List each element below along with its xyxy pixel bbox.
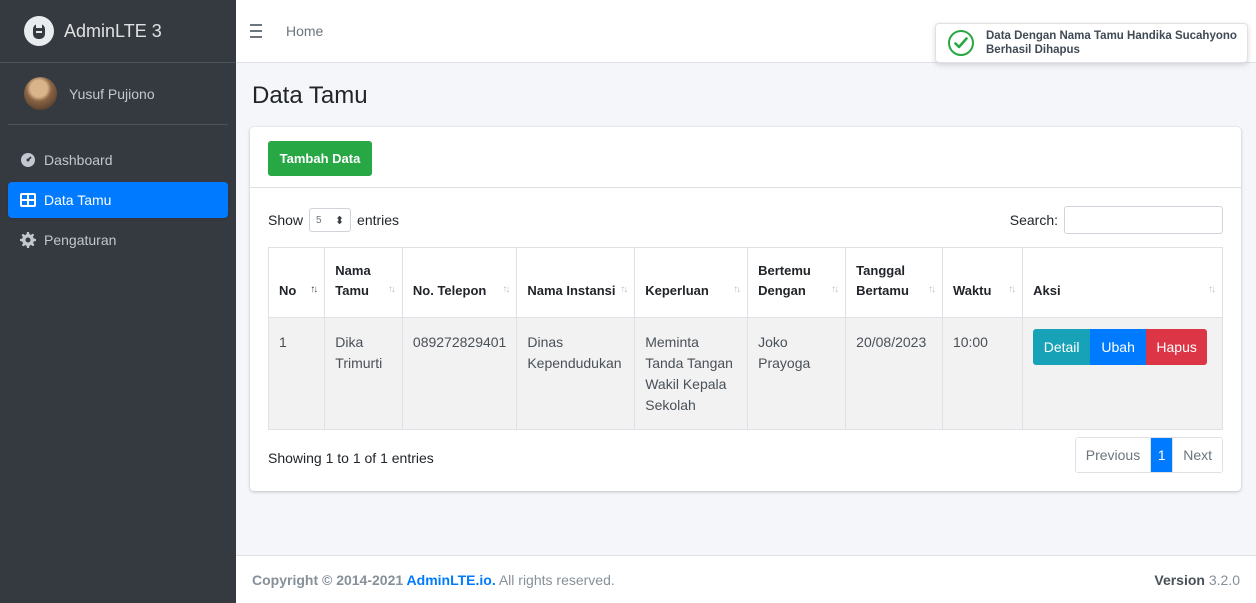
page-title: Data Tamu [252, 82, 368, 109]
sidebar-item-label: Data Tamu [44, 192, 112, 208]
brand-link[interactable]: AdminLTE 3 [0, 0, 236, 63]
rights-text: All rights reserved. [495, 571, 615, 588]
table-header-row: No ↑↓ Nama Tamu ↑↓ No. Telepon ↑↓ Nama Inst… [267, 247, 1223, 318]
avatar [24, 77, 57, 110]
col-header-nama-tamu[interactable]: Nama Tamu ↑↓ [324, 247, 403, 318]
data-card: Tambah Data Show 5 ⬍ entries Search: No ↑… [250, 127, 1241, 491]
cell-tanggal: 20/08/2023 [845, 317, 943, 430]
next-page-button[interactable]: Next [1172, 438, 1222, 472]
card-header: Tambah Data [250, 127, 1241, 188]
col-header-aksi[interactable]: Aksi ↑↓ [1022, 247, 1223, 318]
sidebar-item-label: Dashboard [44, 152, 113, 168]
menu-toggle-icon[interactable] [250, 21, 270, 41]
success-toast[interactable]: Data Dengan Nama Tamu Handika Sucahyono … [935, 23, 1248, 63]
page-length-select[interactable]: 5 ⬍ [309, 208, 352, 232]
sort-icon: ↑↓ [1008, 284, 1016, 295]
sort-icon: ↑↓ [831, 284, 839, 295]
previous-page-button[interactable]: Previous [1075, 438, 1151, 472]
version-info: Version 3.2.0 [1154, 572, 1240, 588]
cell-aksi: Detail Ubah Hapus [1022, 317, 1223, 430]
brand-name: AdminLTE 3 [64, 20, 162, 41]
page-length-control: Show 5 ⬍ entries [268, 208, 399, 232]
col-header-telepon[interactable]: No. Telepon ↑↓ [401, 247, 518, 318]
footer: Copyright © 2014-2021 AdminLTE.io. All r… [236, 555, 1256, 603]
cell-no: 1 [267, 317, 326, 430]
select-arrows-icon: ⬍ [334, 214, 345, 227]
version-label: Version [1154, 571, 1205, 588]
cell-keperluan: Meminta Tanda Tangan Wakil Kepala Sekola… [634, 317, 749, 430]
detail-button[interactable]: Detail [1033, 329, 1091, 365]
cell-nama-tamu: Dika Trimurti [324, 317, 403, 430]
user-panel[interactable]: Yusuf Pujiono [8, 63, 228, 125]
delete-button[interactable]: Hapus [1146, 329, 1208, 365]
sort-icon: ↑↓ [620, 284, 628, 295]
copyright-prefix: Copyright © 2014-2021 [252, 571, 407, 588]
col-header-no[interactable]: No ↑↓ [267, 247, 326, 318]
search-control: Search: [1010, 206, 1223, 234]
page-length-value: 5 [316, 214, 322, 226]
col-header-bertemu[interactable]: Bertemu Dengan ↑↓ [747, 247, 847, 318]
sidebar-nav: Dashboard Data Tamu Pengaturan [0, 125, 236, 258]
check-circle-icon [948, 30, 974, 56]
user-name[interactable]: Yusuf Pujiono [69, 86, 155, 102]
cell-telepon: 089272829401 [401, 317, 518, 430]
toast-message: Data Dengan Nama Tamu Handika Sucahyono … [986, 30, 1237, 56]
col-header-tanggal[interactable]: Tanggal Bertamu ↑↓ [845, 247, 943, 318]
col-header-keperluan[interactable]: Keperluan ↑↓ [634, 247, 749, 318]
table-controls: Show 5 ⬍ entries Search: [268, 206, 1223, 234]
cell-instansi: Dinas Kependudukan [516, 317, 636, 430]
data-table: No ↑↓ Nama Tamu ↑↓ No. Telepon ↑↓ Nama Inst… [267, 247, 1223, 430]
sort-icon: ↑↓ [733, 284, 741, 295]
pagination: Previous 1 Next [1074, 437, 1223, 473]
add-data-button[interactable]: Tambah Data [268, 141, 372, 176]
cell-bertemu: Joko Prayoga [747, 317, 847, 430]
sidebar-item-data-tamu[interactable]: Data Tamu [8, 182, 228, 218]
table-row: 1 Dika Trimurti 089272829401 Dinas Kepen… [267, 317, 1223, 430]
tachometer-icon [20, 152, 36, 168]
sort-icon: ↑↓ [502, 284, 510, 295]
show-label: Show [268, 212, 304, 228]
sidebar-item-label: Pengaturan [44, 232, 117, 248]
sort-icon: ↑↓ [927, 284, 936, 295]
version-number: 3.2.0 [1208, 571, 1240, 588]
entries-label: entries [357, 212, 400, 228]
page-1-button[interactable]: 1 [1150, 438, 1173, 472]
action-buttons: Detail Ubah Hapus [1033, 329, 1212, 365]
gear-icon [20, 232, 36, 248]
brand-logo-icon [24, 16, 54, 46]
table-icon [20, 192, 36, 208]
sidebar-item-dashboard[interactable]: Dashboard [8, 142, 228, 178]
sort-icon: ↑↓ [387, 284, 396, 295]
col-header-instansi[interactable]: Nama Instansi ↑↓ [516, 247, 636, 318]
sidebar-item-pengaturan[interactable]: Pengaturan [8, 222, 228, 258]
edit-button[interactable]: Ubah [1090, 329, 1147, 365]
search-input[interactable] [1064, 206, 1223, 234]
sort-asc-icon: ↑↓ [310, 284, 318, 295]
sort-icon: ↑↓ [1208, 284, 1216, 295]
search-label: Search: [1009, 212, 1058, 228]
main-sidebar: AdminLTE 3 Yusuf Pujiono Dashboard Data … [0, 0, 236, 603]
table-info: Showing 1 to 1 of 1 entries [268, 450, 434, 466]
copyright: Copyright © 2014-2021 AdminLTE.io. All r… [252, 572, 615, 588]
home-link[interactable]: Home [286, 23, 323, 39]
cell-waktu: 10:00 [941, 317, 1024, 430]
adminlte-link[interactable]: AdminLTE.io. [407, 572, 496, 588]
col-header-waktu[interactable]: Waktu ↑↓ [941, 247, 1024, 318]
